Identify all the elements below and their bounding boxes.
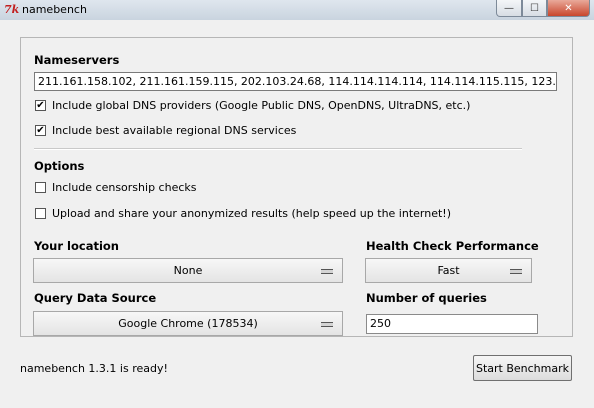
query-source-selected: Google Chrome (178534) xyxy=(118,317,258,330)
status-text: namebench 1.3.1 is ready! xyxy=(20,362,168,375)
close-button[interactable]: ✕ xyxy=(547,0,590,17)
health-heading: Health Check Performance xyxy=(366,239,539,253)
queries-input[interactable]: 250 xyxy=(366,314,538,334)
nameservers-heading: Nameservers xyxy=(34,53,120,67)
window-title: namebench xyxy=(22,3,87,16)
censorship-row[interactable]: Include censorship checks xyxy=(35,181,196,194)
health-dropdown[interactable]: Fast xyxy=(365,258,532,283)
location-heading: Your location xyxy=(34,239,119,253)
include-regional-row[interactable]: ✔ Include best available regional DNS se… xyxy=(35,124,296,137)
queries-heading: Number of queries xyxy=(366,291,487,305)
include-global-checkbox[interactable]: ✔ xyxy=(35,100,46,111)
options-heading: Options xyxy=(34,159,85,173)
tk-feather-icon: 7k xyxy=(4,3,20,16)
location-dropdown[interactable]: None xyxy=(33,258,343,283)
include-global-row[interactable]: ✔ Include global DNS providers (Google P… xyxy=(35,99,470,112)
upload-checkbox[interactable] xyxy=(35,208,46,219)
include-global-label: Include global DNS providers (Google Pub… xyxy=(52,99,471,112)
maximize-button[interactable]: ☐ xyxy=(522,0,547,17)
censorship-checkbox[interactable] xyxy=(35,182,46,193)
location-selected: None xyxy=(173,264,203,277)
upload-row[interactable]: Upload and share your anonymized results… xyxy=(35,207,451,220)
dropdown-indicator-icon xyxy=(510,269,522,274)
query-source-heading: Query Data Source xyxy=(34,291,157,305)
query-source-dropdown[interactable]: Google Chrome (178534) xyxy=(33,311,343,336)
start-benchmark-button[interactable]: Start Benchmark xyxy=(473,355,572,381)
nameservers-input[interactable]: 211.161.158.102, 211.161.159.115, 202.10… xyxy=(34,72,557,91)
title-bar[interactable]: 7k namebench — ☐ ✕ xyxy=(0,0,594,20)
app-window: 7k namebench — ☐ ✕ Nameservers 211.161.1… xyxy=(0,0,594,408)
section-divider xyxy=(34,148,522,150)
censorship-label: Include censorship checks xyxy=(52,181,197,194)
window-controls: — ☐ ✕ xyxy=(496,0,590,18)
dropdown-indicator-icon xyxy=(321,269,333,274)
include-regional-checkbox[interactable]: ✔ xyxy=(35,125,46,136)
minimize-button[interactable]: — xyxy=(496,0,522,17)
include-regional-label: Include best available regional DNS serv… xyxy=(52,124,297,137)
dropdown-indicator-icon xyxy=(321,322,333,327)
health-selected: Fast xyxy=(437,264,460,277)
upload-label: Upload and share your anonymized results… xyxy=(52,207,451,220)
